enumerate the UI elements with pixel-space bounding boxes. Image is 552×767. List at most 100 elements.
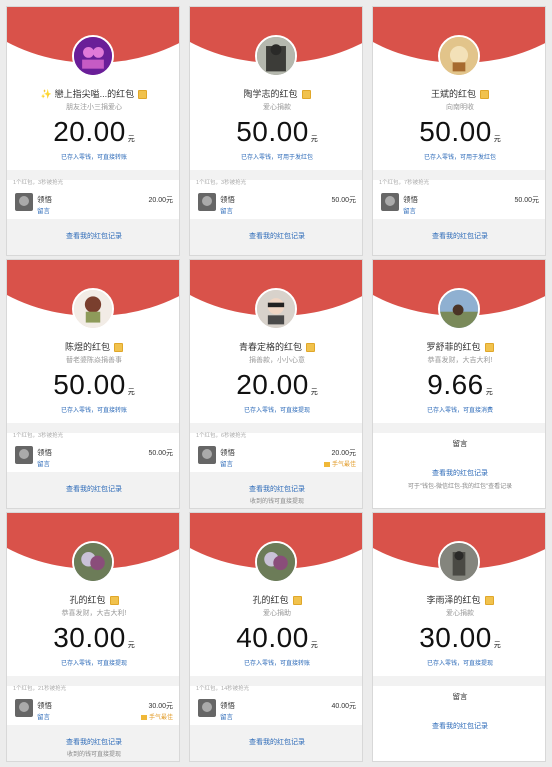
red-packet-card-7: 孔的红包 爱心捐助 40.00 元 已存入零钱，可直接转账 1个红包，14秒被抢光…	[189, 512, 363, 762]
wallet-note[interactable]: 已存入零钱，可直接提现	[7, 658, 179, 667]
red-packet-card-6: 孔的红包 恭喜发财，大吉大利! 30.00 元 已存入零钱，可直接提现 1个红包，…	[6, 512, 180, 762]
packet-stat: 1个红包，6秒被抢光	[196, 433, 247, 439]
red-packet-card-4: 青春定格的红包 捐善款，小小心意 20.00 元 已存入零钱，可直接提现 1个红包…	[189, 259, 363, 509]
packet-title: 孔的红包	[194, 593, 360, 606]
packet-subtitle: 朋友注小三捐爱心	[66, 104, 122, 111]
avatar[interactable]	[438, 288, 480, 330]
packet-title: 罗舒菲的红包	[377, 340, 543, 353]
view-records-link[interactable]: 查看我的红包记录	[373, 468, 545, 478]
leave-message-link[interactable]: 留言	[373, 691, 545, 702]
packet-stat: 1个红包，3秒被抢光	[196, 180, 247, 186]
receiver-amount: 50.00元	[331, 197, 356, 204]
packet-title: ✨ 戀上指尖嗌...的红包	[11, 87, 177, 100]
red-packet-grid: ✨ 戀上指尖嗌...的红包 朋友注小三捐爱心 20.00 元 已存入零钱，可直接转…	[0, 0, 552, 767]
receiver-name: 领悟	[220, 448, 235, 457]
packet-title: 陈煜的红包	[11, 340, 177, 353]
view-records-link[interactable]: 查看我的红包记录	[190, 484, 362, 494]
wallet-note[interactable]: 已存入零钱，可用于发红包	[190, 152, 362, 161]
red-packet-card-5: 罗舒菲的红包 恭喜发财，大吉大利! 9.66 元 已存入零钱，可直接消费 留言 查…	[372, 259, 546, 509]
wallet-note[interactable]: 已存入零钱，可直接转账	[7, 152, 179, 161]
receiver-avatar	[15, 446, 33, 464]
view-records-link[interactable]: 查看我的红包记录	[7, 484, 179, 494]
avatar[interactable]	[255, 288, 297, 330]
receiver-amount: 40.00元	[331, 703, 356, 710]
amount: 50.00 元	[53, 369, 135, 400]
view-records-link[interactable]: 查看我的红包记录	[7, 737, 179, 747]
amount: 30.00 元	[419, 622, 501, 653]
verified-badge-icon	[292, 596, 302, 606]
receiver-name: 领悟	[37, 701, 52, 710]
card-footer: 查看我的红包记录	[190, 219, 362, 255]
wallet-note[interactable]: 已存入零钱，可直接转账	[190, 658, 362, 667]
amount: 9.66 元	[427, 369, 493, 400]
red-packet-card-8: 李雨泽的红包 爱心捐款 30.00 元 已存入零钱，可直接提现 留言 查看我的红包…	[372, 512, 546, 762]
avatar[interactable]	[72, 541, 114, 583]
receiver-row[interactable]: 领悟 留言 50.00元	[190, 189, 362, 219]
packet-subtitle: 捐善款，小小心意	[249, 357, 305, 364]
receiver-row[interactable]: 领悟 留言 50.00元	[7, 442, 179, 472]
best-luck-badge: 手气最佳	[140, 712, 173, 721]
view-records-link[interactable]: 查看我的红包记录	[7, 231, 179, 241]
avatar[interactable]	[438, 541, 480, 583]
receiver-amount: 50.00元	[148, 450, 173, 457]
wallet-note[interactable]: 已存入零钱，可直接转账	[7, 405, 179, 414]
receiver-row[interactable]: 领悟 留言 50.00元	[373, 189, 545, 219]
leave-message-link[interactable]: 留言	[373, 438, 545, 449]
leave-message-link[interactable]: 留言	[220, 711, 233, 721]
wallet-note[interactable]: 已存入零钱，可直接消费	[373, 405, 545, 414]
card-footer: 查看我的红包记录	[7, 219, 179, 255]
wallet-note[interactable]: 已存入零钱，可用于发红包	[373, 152, 545, 161]
receiver-row[interactable]: 领悟 留言 40.00元	[190, 695, 362, 725]
receiver-avatar	[198, 699, 216, 717]
packet-title: 孔的红包	[11, 593, 177, 606]
view-records-link[interactable]: 查看我的红包记录	[373, 231, 545, 241]
amount: 20.00 元	[236, 369, 318, 400]
best-luck-badge: 手气最佳	[323, 459, 356, 468]
view-records-link[interactable]: 查看我的红包记录	[190, 231, 362, 241]
avatar[interactable]	[438, 35, 480, 77]
red-packet-card-0: ✨ 戀上指尖嗌...的红包 朋友注小三捐爱心 20.00 元 已存入零钱，可直接转…	[6, 6, 180, 256]
receiver-name: 领悟	[220, 195, 235, 204]
receiver-amount: 50.00元	[514, 197, 539, 204]
card-footer: 查看我的红包记录	[373, 219, 545, 255]
leave-message-link[interactable]: 留言	[220, 205, 233, 215]
amount: 50.00 元	[419, 116, 501, 147]
avatar[interactable]	[255, 541, 297, 583]
leave-message-link[interactable]: 留言	[403, 205, 416, 215]
verified-badge-icon	[484, 596, 494, 606]
verified-badge-icon	[306, 343, 315, 353]
packet-title: 李雨泽的红包	[377, 593, 543, 606]
receiver-amount: 20.00元	[331, 450, 356, 457]
packet-subtitle: 恭喜发财，大吉大利!	[61, 610, 127, 617]
leave-message-link[interactable]: 留言	[220, 458, 233, 468]
leave-message-link[interactable]: 留言	[37, 458, 50, 468]
verified-badge-icon	[480, 90, 489, 100]
verified-badge-icon	[484, 343, 494, 353]
receiver-name: 领悟	[37, 448, 52, 457]
receiver-row[interactable]: 领悟 留言 20.00元 手气最佳	[190, 442, 362, 472]
footer-note: 收到的钱可直接提现	[66, 752, 121, 758]
footer-note: 可于"钱包-微信红包-我的红包"查看记录	[407, 484, 513, 490]
verified-badge-icon	[301, 90, 311, 100]
receiver-amount: 30.00元	[148, 703, 173, 710]
avatar[interactable]	[255, 35, 297, 77]
packet-subtitle: 恭喜发财，大吉大利!	[427, 357, 493, 364]
view-records-link[interactable]: 查看我的红包记录	[190, 737, 362, 747]
avatar[interactable]	[72, 35, 114, 77]
leave-message-link[interactable]: 留言	[37, 205, 50, 215]
crown-icon	[323, 461, 330, 467]
verified-badge-icon	[114, 343, 123, 353]
view-records-link[interactable]: 查看我的红包记录	[373, 721, 545, 731]
wallet-note[interactable]: 已存入零钱，可直接提现	[190, 405, 362, 414]
amount: 50.00 元	[236, 116, 318, 147]
packet-subtitle: 向南明收	[446, 104, 474, 111]
amount: 20.00 元	[53, 116, 135, 147]
receiver-row[interactable]: 领悟 留言 20.00元	[7, 189, 179, 219]
red-packet-card-1: 陶学志的红包 爱心捐款 50.00 元 已存入零钱，可用于发红包 1个红包，3秒被…	[189, 6, 363, 256]
avatar[interactable]	[72, 288, 114, 330]
leave-message-link[interactable]: 留言	[37, 711, 50, 721]
card-footer: 查看我的红包记录	[7, 472, 179, 508]
wallet-note[interactable]: 已存入零钱，可直接提现	[373, 658, 545, 667]
packet-stat: 1个红包，3秒被抢光	[13, 180, 64, 186]
receiver-row[interactable]: 领悟 留言 30.00元 手气最佳	[7, 695, 179, 725]
